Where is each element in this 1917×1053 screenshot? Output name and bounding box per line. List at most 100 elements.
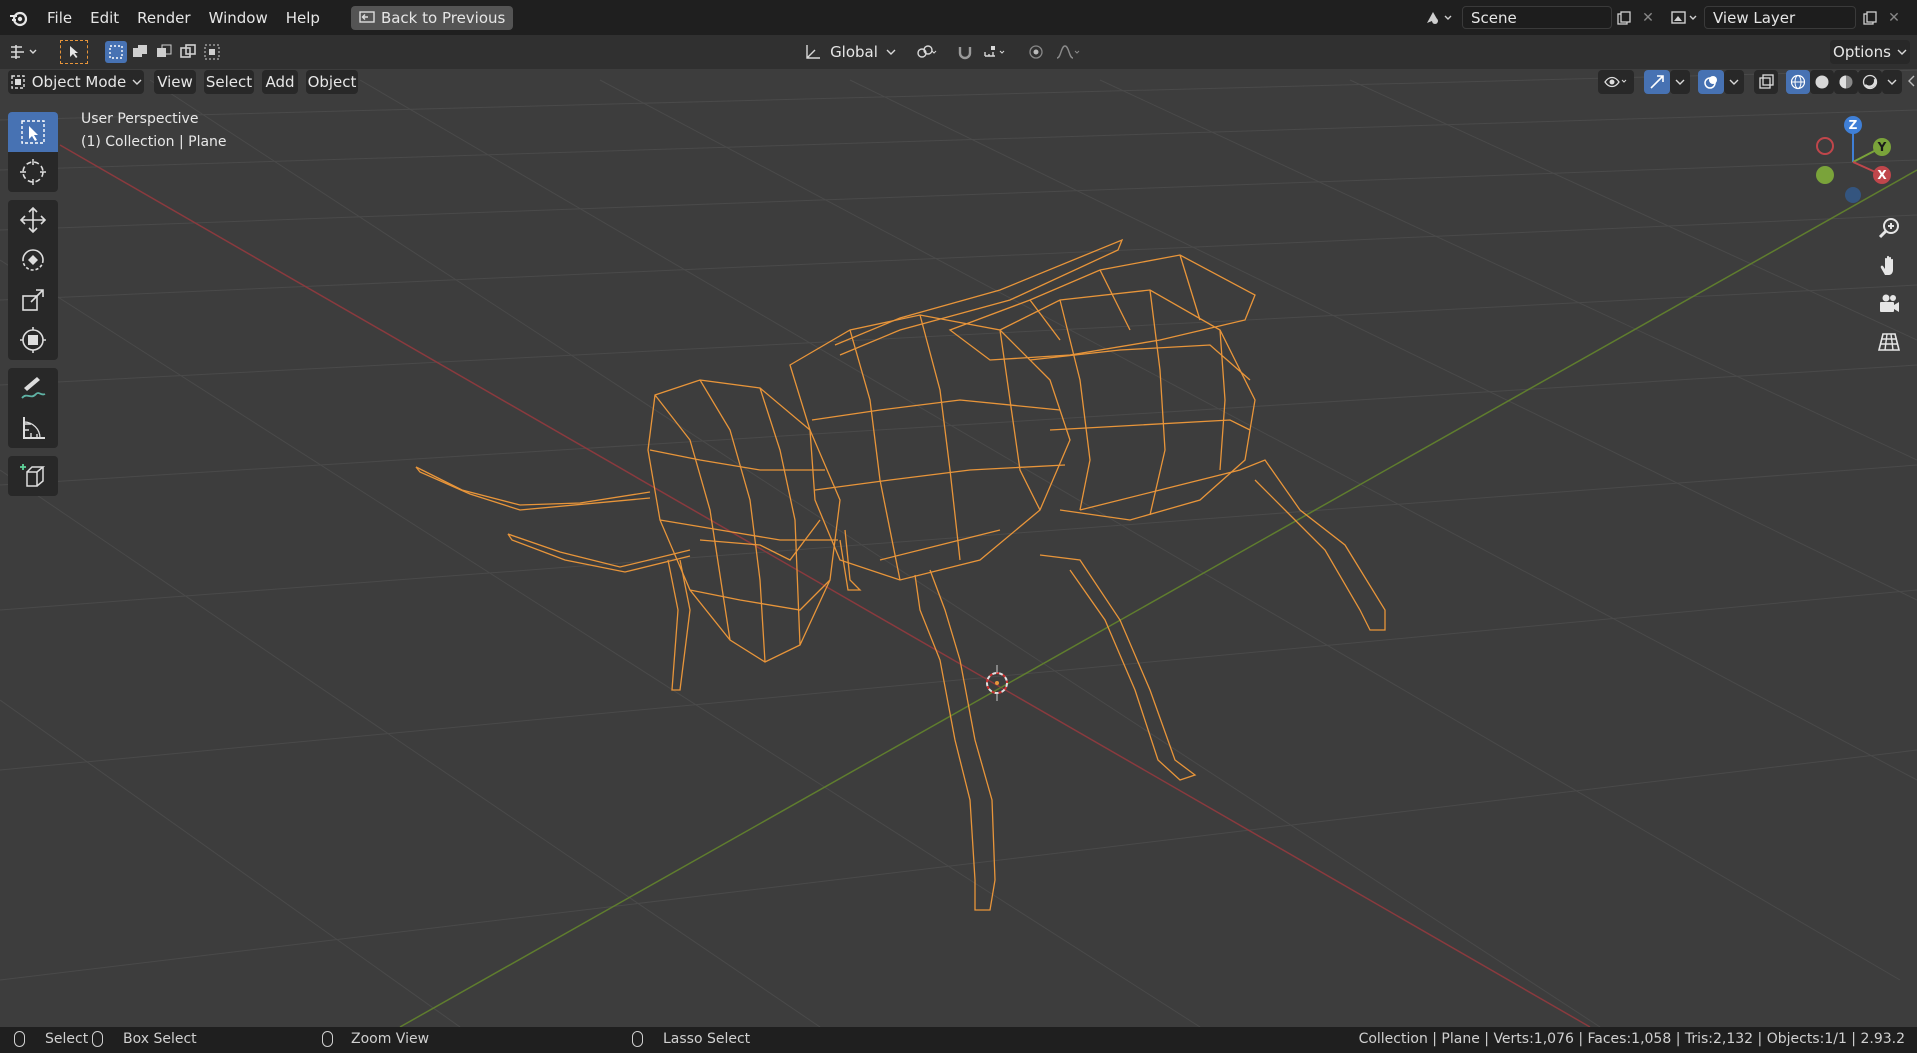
- scene-name-field[interactable]: Scene: [1462, 6, 1612, 29]
- gizmo-dropdown[interactable]: [1670, 70, 1690, 94]
- measure-icon: [19, 414, 47, 442]
- menu-select[interactable]: Select: [204, 70, 254, 94]
- select-box-tool[interactable]: [8, 112, 58, 152]
- menu-edit[interactable]: Edit: [81, 9, 128, 27]
- move-icon: [19, 206, 47, 234]
- hand-icon: [1877, 254, 1901, 278]
- scene-icon[interactable]: [1424, 8, 1460, 28]
- options-dropdown[interactable]: Options: [1830, 40, 1910, 64]
- sidebar-toggle-icon[interactable]: [1906, 75, 1916, 87]
- shading-dropdown[interactable]: [1882, 70, 1902, 94]
- pivot-point-dropdown[interactable]: [908, 40, 946, 64]
- gizmo-toggle[interactable]: [1644, 70, 1670, 94]
- mode-subtract-icon[interactable]: [153, 41, 175, 63]
- snap-target-dropdown[interactable]: [978, 40, 1014, 64]
- snap-toggle[interactable]: [952, 40, 978, 64]
- menu-render[interactable]: Render: [128, 9, 199, 27]
- proportional-falloff-dropdown[interactable]: [1050, 40, 1086, 64]
- ortho-toggle-button[interactable]: [1872, 325, 1906, 359]
- rotate-icon: [19, 246, 47, 274]
- xray-icon: [1758, 74, 1774, 90]
- gizmo-neg-x[interactable]: [1816, 137, 1834, 155]
- gizmo-neg-z[interactable]: [1845, 187, 1861, 203]
- menu-help[interactable]: Help: [277, 9, 329, 27]
- remove-view-layer-icon[interactable]: ✕: [1882, 6, 1906, 29]
- editor-type-icon[interactable]: [8, 41, 44, 63]
- active-tool-icon[interactable]: [60, 40, 88, 64]
- viewport-header: Object Mode View Select Add Object: [0, 69, 1917, 96]
- cursor-tool[interactable]: [8, 152, 58, 192]
- orientation-icon: [804, 44, 822, 60]
- top-menu-bar: File Edit Render Window Help Back to Pre…: [0, 0, 1917, 35]
- tool-settings-bar: Global Options: [0, 35, 1917, 69]
- scale-icon: [19, 286, 47, 314]
- new-view-layer-icon[interactable]: [1858, 6, 1882, 29]
- remove-scene-icon[interactable]: ✕: [1636, 6, 1660, 29]
- mouse-right-icon: [632, 1031, 643, 1047]
- measure-tool[interactable]: [8, 408, 58, 448]
- transform-orientation-dropdown[interactable]: Global: [800, 40, 900, 64]
- zoom-button[interactable]: [1872, 211, 1906, 245]
- xray-toggle[interactable]: [1754, 70, 1778, 94]
- select-box-icon: [20, 119, 46, 145]
- solid-sphere-icon: [1814, 74, 1830, 90]
- menu-add[interactable]: Add: [262, 70, 298, 94]
- object-mode-dropdown[interactable]: Object Mode: [8, 70, 144, 94]
- pan-button[interactable]: [1872, 249, 1906, 283]
- mouse-left-icon: [14, 1031, 25, 1047]
- solid-shading-button[interactable]: [1810, 70, 1834, 94]
- rendered-shading-button[interactable]: [1858, 70, 1882, 94]
- blender-logo[interactable]: [8, 7, 30, 29]
- gizmo-neg-y[interactable]: [1816, 166, 1834, 184]
- status-bar: Select Box Select Zoom View Lasso Select…: [0, 1027, 1917, 1053]
- annotate-tool[interactable]: [8, 368, 58, 408]
- move-tool[interactable]: [8, 200, 58, 240]
- navigation-gizmo[interactable]: Z Y X: [1808, 112, 1908, 212]
- wireframe-sphere-icon: [1790, 74, 1806, 90]
- mouse-drag-icon: [92, 1031, 103, 1047]
- overlay-icon: [1703, 74, 1719, 90]
- view-layer-icon[interactable]: [1670, 8, 1704, 28]
- mode-set-icon[interactable]: [105, 41, 127, 63]
- overlay-toggle[interactable]: [1698, 70, 1724, 94]
- overlay-dropdown[interactable]: [1724, 70, 1744, 94]
- magnet-icon: [957, 44, 973, 60]
- gizmo-z-label: Z: [1849, 118, 1858, 132]
- visibility-dropdown[interactable]: [1598, 70, 1634, 94]
- object-mode-icon: [10, 74, 26, 90]
- back-to-previous-button[interactable]: Back to Previous: [350, 5, 514, 30]
- cursor-icon: [19, 158, 47, 186]
- scene-statistics: Collection | Plane | Verts:1,076 | Faces…: [1358, 1031, 1905, 1047]
- back-icon: [359, 10, 375, 25]
- transform-tool[interactable]: [8, 320, 58, 360]
- zoom-icon: [1877, 216, 1901, 240]
- menu-file[interactable]: File: [38, 9, 81, 27]
- menu-view[interactable]: View: [154, 70, 196, 94]
- status-select-hint: Select: [14, 1031, 88, 1047]
- 3d-cursor[interactable]: [986, 665, 1008, 701]
- x-axis-line: [59, 144, 1591, 1028]
- material-sphere-icon: [1838, 74, 1854, 90]
- proportional-edit-toggle[interactable]: [1024, 40, 1048, 64]
- add-cube-tool[interactable]: [8, 456, 58, 496]
- collection-info-label: (1) Collection | Plane: [81, 134, 227, 150]
- rotate-tool[interactable]: [8, 240, 58, 280]
- viewport-canvas[interactable]: [0, 0, 1917, 1053]
- selection-mode-group: [105, 41, 223, 63]
- add-cube-icon: [19, 462, 47, 490]
- camera-view-button[interactable]: [1872, 287, 1906, 321]
- scale-tool[interactable]: [8, 280, 58, 320]
- menu-object[interactable]: Object: [306, 70, 358, 94]
- menu-window[interactable]: Window: [200, 9, 277, 27]
- insect-wireframe-model[interactable]: [415, 238, 1386, 911]
- mode-difference-icon[interactable]: [177, 41, 199, 63]
- camera-icon: [1877, 292, 1901, 316]
- wireframe-shading-button[interactable]: [1786, 70, 1810, 94]
- status-lasso-hint: Lasso Select: [632, 1031, 750, 1047]
- grid-icon: [1877, 330, 1901, 354]
- material-shading-button[interactable]: [1834, 70, 1858, 94]
- mode-extend-icon[interactable]: [129, 41, 151, 63]
- mode-intersect-icon[interactable]: [201, 41, 223, 63]
- view-layer-field[interactable]: View Layer: [1704, 6, 1856, 29]
- new-scene-icon[interactable]: [1612, 6, 1636, 29]
